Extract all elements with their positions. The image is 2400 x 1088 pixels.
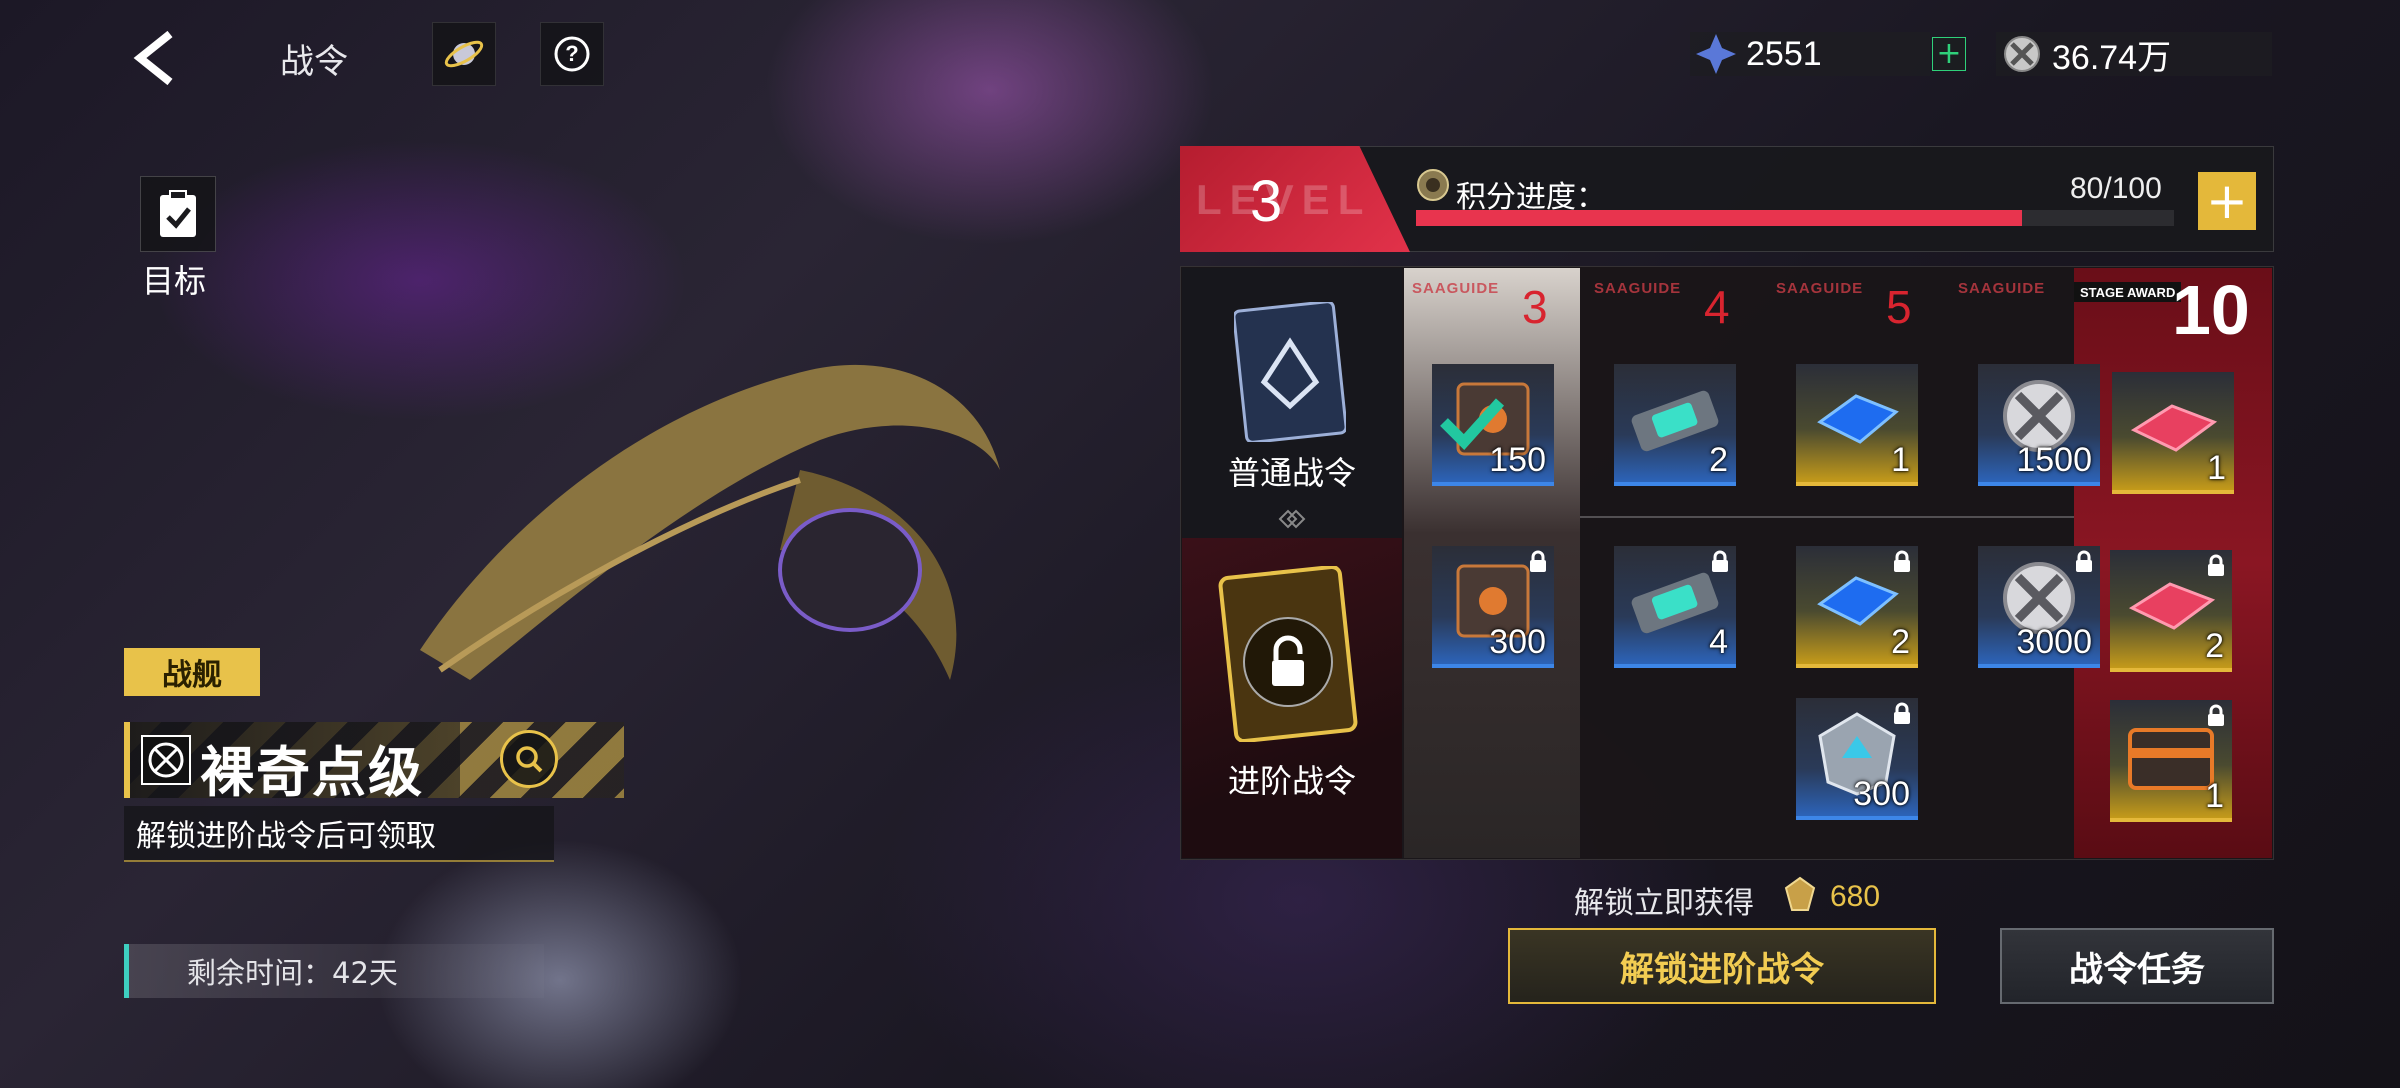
row-divider xyxy=(1580,516,2074,518)
page-title: 战令 xyxy=(280,42,348,82)
lock-icon xyxy=(2208,554,2224,576)
reward-quantity: 2 xyxy=(1891,623,1910,661)
remaining-time: 剩余时间：42天 xyxy=(124,944,544,998)
clipboard-check-icon xyxy=(160,190,196,237)
reward-quantity: 4 xyxy=(1709,623,1728,661)
reward-item-advanced-4[interactable]: 3000 xyxy=(1978,546,2100,668)
lock-icon xyxy=(2076,550,2092,572)
divider-diamond-icon xyxy=(1278,509,1306,529)
crystal-amount: 2551 xyxy=(1746,34,1822,73)
reward-item-advanced-3[interactable]: 2 xyxy=(1796,546,1918,668)
warship-illustration xyxy=(420,364,1000,680)
reward-quantity: 1 xyxy=(2207,449,2226,487)
chevron-left-icon xyxy=(133,30,173,86)
unlock-gain-value: 680 xyxy=(1830,880,1881,913)
stage-award-level: 10 xyxy=(2172,271,2250,349)
normal-pass-card-icon xyxy=(1234,302,1346,442)
column-tag: SAAGUIDE xyxy=(1594,280,1682,297)
reward-item-normal-2[interactable]: 2 xyxy=(1614,364,1736,486)
question-icon: ? xyxy=(554,36,590,72)
lock-icon xyxy=(2208,704,2224,726)
column-level: 5 xyxy=(1886,281,1912,333)
stage-award-tag: STAGE AWARD xyxy=(2074,282,2182,302)
reward-item-advanced-extra-1[interactable]: 300 xyxy=(1796,698,1918,820)
level-watermark: LEVEL xyxy=(1196,176,1372,223)
back-button[interactable] xyxy=(130,30,180,86)
points-value: 80/100 xyxy=(2070,172,2162,205)
points-medal-icon xyxy=(1417,169,1449,201)
svg-text:?: ? xyxy=(565,41,578,66)
reward-quantity: 300 xyxy=(1853,775,1910,813)
unlock-advanced-pass-button[interactable]: 解锁进阶战令 xyxy=(1508,928,1936,1004)
current-level: 3 xyxy=(1250,169,1283,234)
target-label: 目标 xyxy=(142,262,207,300)
column-tag: SAAGUIDE xyxy=(1412,280,1500,297)
points-progress-fill xyxy=(1416,210,2023,226)
reward-item-normal-3[interactable]: 1 xyxy=(1796,364,1918,486)
search-icon xyxy=(516,746,543,773)
column-tag: SAAGUIDE xyxy=(1958,280,2046,297)
ship-inspect-button[interactable] xyxy=(500,730,558,788)
coin-icon xyxy=(2004,36,2040,72)
reward-quantity: 1500 xyxy=(2016,441,2092,479)
reward-quantity: 150 xyxy=(1489,441,1546,479)
reward-item-normal-1[interactable]: 150 xyxy=(1432,364,1554,486)
reward-item-advanced-2[interactable]: 4 xyxy=(1614,546,1736,668)
add-crystal-button[interactable]: + xyxy=(1932,37,1966,71)
reward-quantity: 1 xyxy=(1891,441,1910,479)
reward-item-normal-award[interactable]: 1 xyxy=(2112,372,2234,494)
coin-amount: 36.74万 xyxy=(2052,38,2172,77)
lock-icon xyxy=(1894,550,1910,572)
ship-class-emblem-icon xyxy=(141,735,191,785)
buy-level-button[interactable]: + xyxy=(2198,172,2256,230)
column-tag: SAAGUIDE xyxy=(1776,280,1864,297)
lock-icon xyxy=(1712,550,1728,572)
advanced-pass-label: 进阶战令 xyxy=(1227,762,1356,800)
column-level: 3 xyxy=(1522,281,1548,333)
pass-tasks-button[interactable]: 战令任务 xyxy=(2000,928,2274,1004)
advanced-pass-card-icon xyxy=(1218,566,1358,742)
reward-item-advanced-award[interactable]: 2 xyxy=(2110,550,2232,672)
planet-icon xyxy=(444,40,484,68)
ship-category-tag: 战舰 xyxy=(124,648,260,696)
target-button[interactable] xyxy=(140,176,216,252)
column-level: 4 xyxy=(1704,281,1730,333)
help-button[interactable]: ? xyxy=(540,22,604,86)
unlock-hint: 解锁进阶战令后可领取 xyxy=(124,806,554,862)
coin-currency: 36.74万 xyxy=(1996,32,2272,77)
reward-quantity: 2 xyxy=(2205,627,2224,665)
normal-pass-label: 普通战令 xyxy=(1227,454,1356,492)
reward-quantity: 3000 xyxy=(2016,623,2092,661)
reward-item-advanced-1[interactable]: 300 xyxy=(1432,546,1554,668)
points-progress-bar xyxy=(1416,210,2174,226)
crystal-icon xyxy=(1696,34,1736,74)
unlock-gain-label: 解锁立即获得 xyxy=(1574,886,1754,921)
reward-item-advanced-extra-award[interactable]: 1 xyxy=(2110,700,2232,822)
crystal-currency: 2551 xyxy=(1690,32,1930,76)
reward-quantity: 2 xyxy=(1709,441,1728,479)
reward-quantity: 300 xyxy=(1489,623,1546,661)
ship-name: 裸奇点级 xyxy=(200,741,424,804)
reward-quantity: 1 xyxy=(2205,777,2224,815)
lock-icon xyxy=(1530,550,1546,572)
lock-icon xyxy=(1894,702,1910,724)
planet-button[interactable] xyxy=(432,22,496,86)
reward-item-normal-4[interactable]: 1500 xyxy=(1978,364,2100,486)
gold-crystal-icon xyxy=(1784,876,1816,911)
